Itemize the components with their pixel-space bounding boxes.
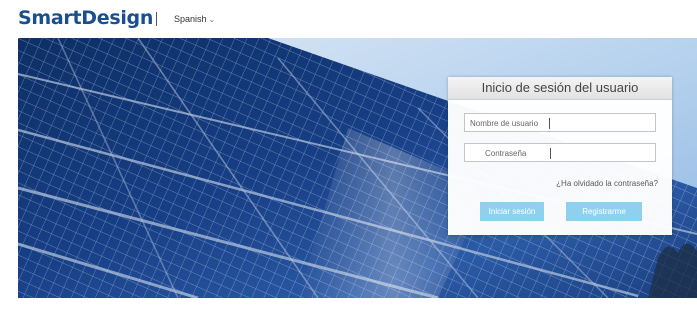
username-placeholder: Nombre de usuario xyxy=(470,119,539,128)
smartdesign-logo[interactable]: SmartDesign xyxy=(18,7,153,29)
forgot-password-link[interactable]: ¿Ha olvidado la contraseña? xyxy=(556,179,658,188)
password-input[interactable]: Contraseña xyxy=(464,143,656,162)
chevron-down-icon: ⌄ xyxy=(208,15,216,24)
login-title: Inicio de sesión del usuario xyxy=(448,77,672,100)
login-panel: Inicio de sesión del usuario Nombre de u… xyxy=(448,77,672,235)
text-cursor xyxy=(549,118,550,129)
username-input[interactable]: Nombre de usuario xyxy=(464,113,656,132)
login-button[interactable]: Iniciar sesión xyxy=(480,202,544,221)
header-divider xyxy=(156,12,157,26)
register-button[interactable]: Registrarme xyxy=(566,202,642,221)
text-cursor xyxy=(550,148,551,159)
top-bar: SmartDesign Spanish ⌄ xyxy=(0,0,697,38)
language-selector[interactable]: Spanish ⌄ xyxy=(174,14,215,24)
language-label: Spanish xyxy=(174,14,207,24)
password-placeholder: Contraseña xyxy=(485,149,527,158)
